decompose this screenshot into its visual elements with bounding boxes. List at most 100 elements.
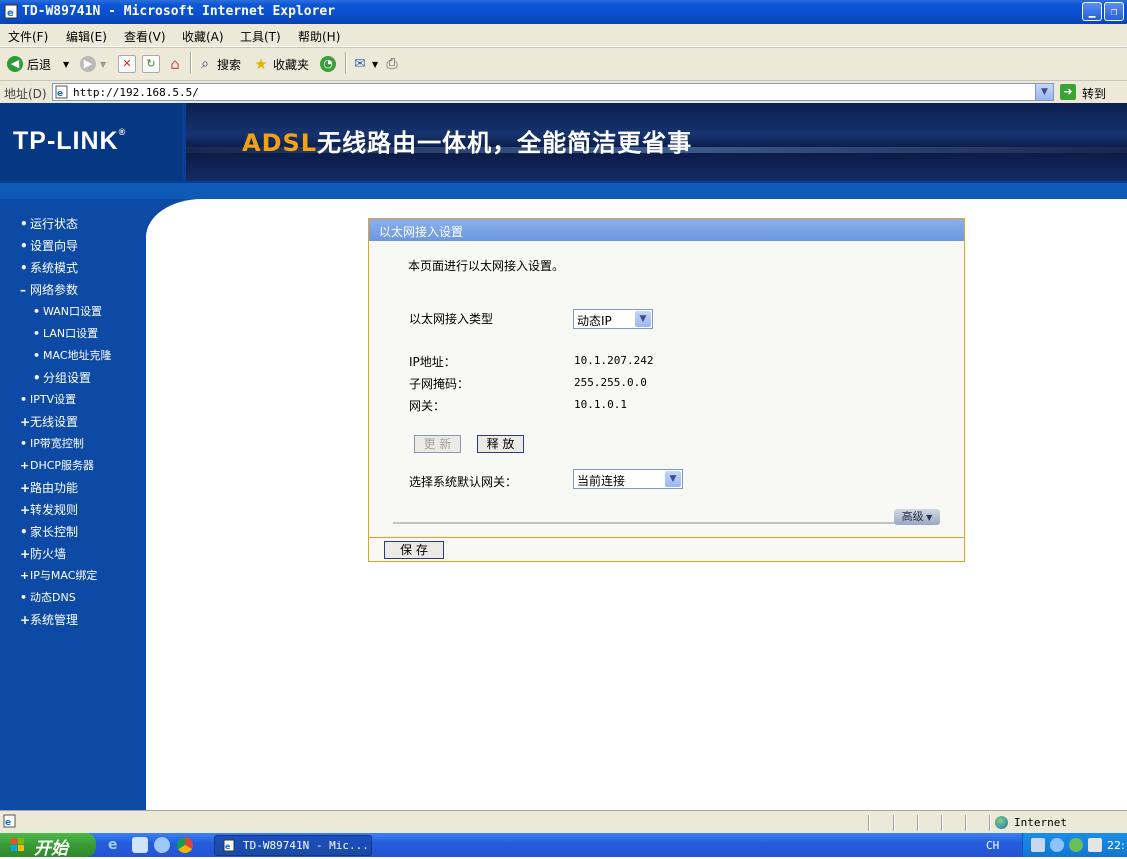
ethernet-settings-panel: 以太网接入设置 本页面进行以太网接入设置。 以太网接入类型 动态IP ▼ IP地… [368,218,965,562]
web-page: TP-LINK® ADSL无线路由一体机，全能简洁更省事 • 运行状态 • 设置向导… [0,103,1127,810]
back-label: 后退 [27,57,52,72]
save-button[interactable]: 保 存 [384,541,444,559]
language-indicator[interactable]: CH [986,839,999,852]
sidebar-item-group[interactable]: • 分组设置 [33,369,91,386]
sidebar-item-routing[interactable]: +路由功能 [20,479,78,496]
mail-dropdown-icon: ▼ [372,59,379,69]
release-button[interactable]: 释 放 [477,435,524,453]
sidebar-item-bandwidth[interactable]: • IP带宽控制 [20,435,84,451]
default-gateway-select[interactable]: 当前连接 ▼ [573,469,683,489]
sidebar-item-parental[interactable]: • 家长控制 [20,523,78,540]
tray-icon[interactable] [1069,838,1083,852]
menu-view[interactable]: 查看(V) [124,28,166,45]
address-url: http://192.168.5.5/ [73,86,199,99]
svg-text:e: e [7,8,14,19]
sidebar-item-firewall[interactable]: +防火墙 [20,545,66,562]
svg-text:e: e [5,818,11,828]
back-button[interactable]: ◀ 后退 ▼ [7,55,69,73]
status-separator [941,815,943,831]
back-dropdown-icon[interactable]: ▼ [63,60,69,69]
system-tray: 22: [1022,833,1127,857]
chevron-down-icon: ▼ [635,311,651,327]
minimize-button[interactable]: ▁ [1082,2,1102,21]
start-label: 开始 [34,839,68,859]
menu-favorites[interactable]: 收藏(A) [182,28,224,45]
gateway-value: 10.1.0.1 [574,398,627,411]
ip-label: IP地址： [409,355,456,369]
logo-registered-mark: ® [118,127,127,137]
go-arrow-icon[interactable]: ➜ [1060,84,1076,100]
menu-help[interactable]: 帮助(H) [298,28,340,45]
search-label: 搜索 [217,57,242,72]
stop-icon: ✕ [118,55,136,73]
default-gateway-label: 选择系统默认网关： [409,475,518,489]
home-button[interactable]: ⌂ [167,55,187,73]
mask-value: 255.255.0.0 [574,376,647,389]
forward-button[interactable]: ▶ ▼ [80,55,106,73]
menu-file[interactable]: 文件(F) [8,28,48,45]
mail-icon: ✉ [354,56,366,72]
sidebar-item-status[interactable]: • 运行状态 [20,215,78,232]
sidebar-item-system-admin[interactable]: +系统管理 [20,611,78,628]
status-separator [989,815,991,831]
window-title-bar[interactable]: e TD-W89741N - Microsoft Internet Explor… [0,0,1127,24]
sidebar-item-ip-mac-binding[interactable]: +IP与MAC绑定 [20,567,97,583]
print-button[interactable]: ⎙ [384,55,404,73]
volume-tray-icon[interactable] [1088,838,1102,852]
go-button[interactable]: 转到 [1082,85,1106,102]
header-banner: ADSL无线路由一体机，全能简洁更省事 [186,103,1127,181]
menu-bar: 文件(F) 编辑(E) 查看(V) 收藏(A) 工具(T) 帮助(H) [0,24,1127,47]
banner-text: 无线路由一体机，全能简洁更省事 [317,129,693,157]
forward-arrow-icon: ▶ [80,56,96,72]
sidebar-item-system-mode[interactable]: • 系统模式 [20,259,78,276]
ie-quicklaunch-icon[interactable]: e [108,837,124,853]
advanced-toggle-button[interactable]: 高级 ▼ [894,509,940,525]
search-icon: ⌕ [201,56,209,72]
address-dropdown-button[interactable]: ▼ [1035,84,1053,100]
network-tray-icon[interactable] [1031,838,1045,852]
sidebar-item-ddns[interactable]: • 动态DNS [20,589,76,605]
renew-button[interactable]: 更 新 [414,435,461,453]
gateway-label: 网关： [409,399,446,413]
ie-page-icon: e [55,85,69,99]
tray-icon[interactable] [1050,838,1064,852]
taskbar-ie-window[interactable]: e TD-W89741N - Mic... [214,835,372,856]
quicklaunch-icon[interactable] [154,837,170,853]
favorites-button[interactable]: ★ 收藏夹 [253,55,309,73]
taskbar: 开始 e e TD-W89741N - Mic... CH 22: [0,833,1127,859]
chrome-icon[interactable] [177,837,193,853]
search-button[interactable]: ⌕ 搜索 [197,55,241,73]
sidebar-item-dhcp[interactable]: +DHCP服务器 [20,457,94,473]
sidebar-item-forwarding[interactable]: +转发规则 [20,501,78,518]
menu-tools[interactable]: 工具(T) [240,28,281,45]
menu-edit[interactable]: 编辑(E) [66,28,107,45]
security-zone: Internet [1014,816,1067,829]
quicklaunch-icon[interactable] [132,837,148,853]
status-separator [868,815,870,831]
sidebar-item-lan[interactable]: • LAN口设置 [33,325,98,341]
sidebar-item-wan[interactable]: • WAN口设置 [33,303,102,319]
toolbar-separator [190,52,192,74]
toolbar-separator [345,52,347,74]
stop-button[interactable]: ✕ [118,55,140,73]
sidebar-item-iptv[interactable]: • IPTV设置 [20,391,76,407]
address-input[interactable]: e http://192.168.5.5/ ▼ [52,83,1054,101]
mail-button[interactable]: ✉ ▼ [352,55,378,73]
conn-type-select[interactable]: 动态IP ▼ [573,309,653,329]
default-gateway-value: 当前连接 [577,474,626,488]
restore-button[interactable]: ❐ [1104,2,1124,21]
globe-icon [995,816,1008,829]
history-button[interactable]: ◔ [320,55,340,73]
sidebar-item-wireless[interactable]: +无线设置 [20,413,78,430]
clock: 22: [1107,839,1125,852]
refresh-button[interactable]: ↻ [142,55,164,73]
conn-type-label: 以太网接入类型 [409,312,494,326]
taskbar-window-title: TD-W89741N - Mic... [243,839,369,852]
start-button[interactable]: 开始 [0,833,96,859]
sidebar-item-network[interactable]: – 网络参数 [20,281,78,298]
logo-text: TP-LINK [13,127,119,155]
svg-text:e: e [57,89,63,99]
panel-description: 本页面进行以太网接入设置。 [408,259,565,273]
sidebar-item-wizard[interactable]: • 设置向导 [20,237,78,254]
sidebar-item-mac-clone[interactable]: • MAC地址克隆 [33,347,112,363]
